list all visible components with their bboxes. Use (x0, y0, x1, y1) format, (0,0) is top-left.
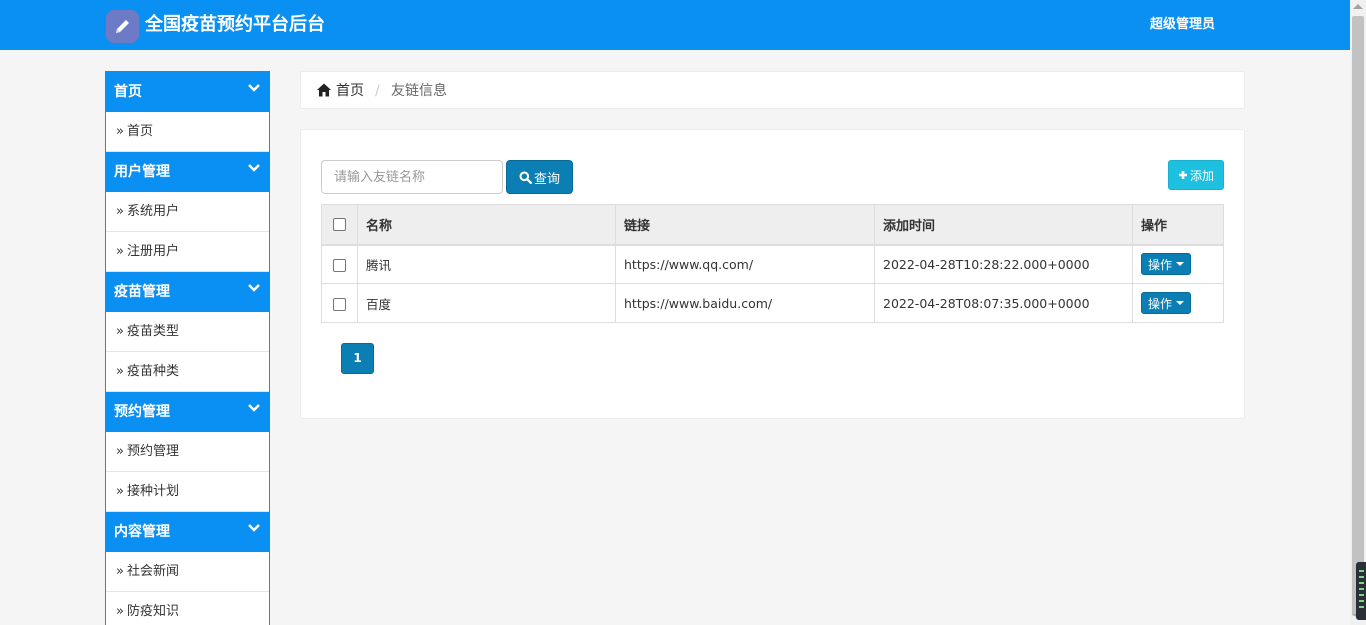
row-checkbox[interactable] (333, 258, 346, 272)
menu-group-content[interactable]: 内容管理 (106, 512, 269, 552)
sidebar-item-label: 社会新闻 (126, 564, 179, 579)
pencil-icon (116, 20, 129, 33)
breadcrumb-current: 友链信息 (391, 83, 447, 99)
menu-group-label: 首页 (114, 84, 142, 100)
double-chevron-right-icon: » (116, 124, 124, 139)
double-chevron-right-icon: » (116, 564, 124, 579)
sidebar-item-label: 系统用户 (126, 204, 179, 219)
app-title: 全国疫苗预约平台后台 (145, 14, 325, 35)
chevron-down-icon (248, 524, 260, 532)
double-chevron-right-icon: » (116, 484, 124, 499)
sidebar-item-vaccination-plans[interactable]: » 接种计划 (106, 472, 269, 512)
sidebar-item-appointments[interactable]: » 预约管理 (106, 432, 269, 472)
sidebar-item-registered-users[interactable]: » 注册用户 (106, 232, 269, 272)
cell-name: 腾讯 (357, 244, 616, 284)
table-row: 腾讯 https://www.qq.com/ 2022-04-28T10:28:… (321, 244, 1224, 284)
chevron-down-icon (248, 84, 260, 92)
row-select-cell (321, 283, 358, 323)
menu-group-label: 疫苗管理 (114, 284, 170, 300)
double-chevron-right-icon: » (116, 324, 124, 339)
caret-down-icon (1176, 301, 1185, 305)
sidebar-item-label: 防疫知识 (126, 604, 179, 619)
admin-user-menu[interactable]: 超级管理员 (1150, 15, 1215, 35)
sidebar-item-label: 注册用户 (126, 244, 179, 259)
cell-name: 百度 (357, 283, 616, 323)
breadcrumb-home-link[interactable]: 首页 (336, 81, 364, 101)
menu-group-vaccines[interactable]: 疫苗管理 (106, 272, 269, 312)
menu-group-label: 预约管理 (114, 404, 170, 420)
row-checkbox[interactable] (333, 297, 346, 311)
column-header-name: 名称 (357, 204, 616, 246)
caret-down-icon (1176, 262, 1185, 267)
menu-group-label: 内容管理 (114, 524, 170, 540)
double-chevron-right-icon: » (116, 244, 124, 259)
menu-group-home[interactable]: 首页 (106, 72, 269, 112)
search-button-label: 查询 (533, 171, 560, 187)
cell-actions: 操作 (1132, 244, 1224, 284)
column-header-actions: 操作 (1132, 204, 1224, 246)
double-chevron-right-icon: » (116, 364, 124, 379)
row-select-cell (321, 244, 358, 284)
add-button-label: 添加 (1189, 168, 1214, 183)
scroll-up-arrow-icon[interactable] (1353, 4, 1363, 9)
row-actions-label: 操作 (1148, 296, 1173, 311)
double-chevron-right-icon: » (116, 604, 124, 619)
sidebar-item-system-users[interactable]: » 系统用户 (106, 192, 269, 232)
column-header-time: 添加时间 (874, 204, 1133, 246)
scrollbar-thumb[interactable] (1352, 16, 1364, 616)
sidebar-item-vaccine-types[interactable]: » 疫苗类型 (106, 312, 269, 352)
double-chevron-right-icon: » (116, 204, 124, 219)
sidebar-item-label: 疫苗类型 (126, 324, 179, 339)
sidebar-item-home[interactable]: » 首页 (106, 112, 269, 152)
chevron-down-icon (248, 404, 260, 412)
table-header-row: 名称 链接 添加时间 操作 (321, 204, 1224, 246)
search-button[interactable]: 查询 (506, 160, 573, 194)
sidebar-item-label: 预约管理 (126, 444, 179, 459)
sidebar-item-social-news[interactable]: » 社会新闻 (106, 552, 269, 592)
select-all-cell (321, 204, 358, 246)
row-actions-dropdown[interactable]: 操作 (1141, 253, 1192, 276)
sidebar-menu: 首页 » 首页 用户管理 » 系统用户 » 注册用户 疫苗管理 » 疫苗类型 » 疫苗种类… (105, 71, 270, 625)
cell-actions: 操作 (1132, 283, 1224, 323)
top-header: 全国疫苗预约平台后台 超级管理员 (0, 0, 1350, 50)
row-actions-label: 操作 (1148, 257, 1173, 272)
menu-group-label: 用户管理 (114, 164, 170, 180)
search-input[interactable] (321, 160, 503, 194)
plus-icon (1178, 171, 1187, 179)
row-actions-dropdown[interactable]: 操作 (1141, 292, 1192, 314)
sidebar-item-vaccine-kinds[interactable]: » 疫苗种类 (106, 352, 269, 392)
breadcrumb: 首页 / 友链信息 (300, 71, 1245, 109)
logo (106, 10, 139, 43)
pagination-page-1[interactable]: 1 (341, 343, 374, 374)
menu-group-users[interactable]: 用户管理 (106, 152, 269, 192)
cell-link: https://www.qq.com/ (615, 244, 875, 284)
sidebar-item-label: 疫苗种类 (126, 364, 179, 379)
chevron-down-icon (248, 164, 260, 172)
search-icon (519, 171, 532, 184)
add-button[interactable]: 添加 (1168, 160, 1224, 190)
select-all-checkbox[interactable] (333, 217, 346, 231)
menu-group-appointments[interactable]: 预约管理 (106, 392, 269, 432)
home-icon[interactable] (316, 82, 332, 98)
sidebar-item-label: 接种计划 (126, 484, 179, 499)
sidebar-item-prevention-knowledge[interactable]: » 防疫知识 (106, 592, 269, 625)
chevron-down-icon (248, 284, 260, 292)
table-row: 百度 https://www.baidu.com/ 2022-04-28T08:… (321, 283, 1224, 323)
side-floating-widget[interactable] (1356, 562, 1366, 620)
sidebar-item-label: 首页 (126, 124, 153, 139)
cell-link: https://www.baidu.com/ (615, 283, 875, 323)
cell-time: 2022-04-28T10:28:22.000+0000 (874, 244, 1133, 284)
breadcrumb-separator: / (375, 83, 380, 99)
friend-links-table: 名称 链接 添加时间 操作 腾讯 https://www.qq.com/ 202… (321, 204, 1224, 323)
column-header-link: 链接 (615, 204, 875, 246)
cell-time: 2022-04-28T08:07:35.000+0000 (874, 283, 1133, 323)
double-chevron-right-icon: » (116, 444, 124, 459)
friend-links-panel: 查询 添加 名称 链接 添加时间 操作 腾讯 https://www.qq.co… (300, 129, 1245, 419)
